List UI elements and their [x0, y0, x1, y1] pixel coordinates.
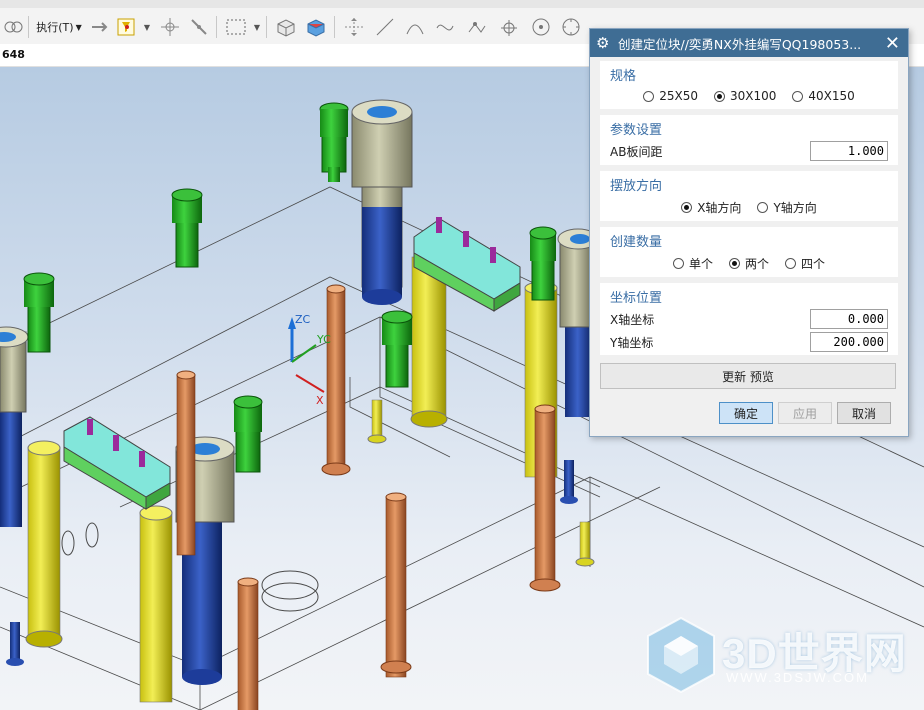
coords-title: 坐标位置 [610, 291, 663, 306]
spec-group: 规格 25X50 30X100 40X150 [600, 61, 898, 109]
quantity-two-option[interactable]: 两个 [728, 255, 769, 272]
create-locating-block-dialog: ⚙ 创建定位块//奕勇NX外挂编写QQ198053... ✕ 规格 25X50 … [589, 28, 909, 437]
radio-dot [757, 202, 769, 213]
radio-dot [728, 258, 740, 269]
radio-dot [713, 90, 725, 102]
y-coord-input[interactable] [810, 332, 888, 352]
toolbar-separator [334, 16, 335, 38]
orientation-title: 摆放方向 [610, 179, 663, 194]
chevron-down-icon: ▼ [75, 22, 82, 32]
chevron-down-icon[interactable]: ▼ [142, 14, 152, 40]
circle-icon[interactable] [558, 14, 584, 40]
watermark: 3D世界网 WWW.3DSJW.COM [642, 612, 924, 710]
spec-title: 规格 [610, 69, 637, 84]
radio-dot [785, 258, 796, 269]
y-coord-row: Y轴坐标 [610, 332, 888, 352]
spec-option-40x150[interactable]: 40X150 [792, 89, 855, 103]
tool-icon[interactable] [0, 14, 26, 40]
x-coord-row: X轴坐标 [610, 309, 888, 329]
radio-dot [681, 202, 693, 213]
spec-option-25x50[interactable]: 25X50 [643, 89, 698, 103]
ab-spacing-row: AB板间距 [610, 141, 888, 161]
radio-dot [672, 258, 684, 269]
dialog-title: 创建定位块//奕勇NX外挂编写QQ198053... [618, 36, 862, 52]
quantity-group: 创建数量 单个 两个 四个 [600, 227, 898, 277]
ab-spacing-input[interactable] [810, 141, 888, 161]
quantity-title: 创建数量 [610, 235, 663, 250]
ok-button[interactable]: 确定 [719, 402, 773, 424]
move-icon[interactable] [340, 14, 368, 40]
guide-pillar [351, 99, 413, 305]
gear-icon[interactable]: ⚙ [596, 34, 618, 52]
ribbon-top-strip [0, 0, 924, 8]
spec-radio-group: 25X50 30X100 40X150 [600, 89, 898, 103]
perpendicular-icon[interactable] [464, 14, 490, 40]
cube-icon[interactable] [272, 14, 300, 40]
axis-label-y: YC [316, 333, 331, 346]
x-coord-label: X轴坐标 [610, 312, 655, 327]
update-preview-button[interactable]: 更新 预览 [600, 363, 896, 389]
command-bar-text: 648 [2, 48, 25, 61]
radio-dot [643, 90, 655, 102]
line-icon[interactable] [372, 14, 398, 40]
x-coord-input[interactable] [810, 309, 888, 329]
execute-label: 执行(T) [36, 21, 74, 34]
select-box-icon[interactable] [222, 14, 250, 40]
support-pillar [25, 440, 63, 648]
quantity-radio-group: 单个 两个 四个 [600, 255, 898, 272]
radio-dot [792, 90, 804, 102]
chevron-down-icon[interactable]: ▼ [252, 14, 262, 40]
orientation-radio-group: X轴方向 Y轴方向 [600, 199, 898, 216]
option-label: 两个 [744, 257, 769, 271]
arc-icon[interactable] [402, 14, 428, 40]
orientation-group: 摆放方向 X轴方向 Y轴方向 [600, 171, 898, 221]
ab-spacing-label: AB板间距 [610, 144, 663, 159]
params-group: 参数设置 AB板间距 [600, 115, 898, 165]
tangent-icon[interactable] [496, 14, 522, 40]
option-label: 40X150 [808, 89, 855, 103]
toolbar-separator [266, 16, 267, 38]
axis-label-x: X [316, 394, 324, 407]
watermark-cube-logo [647, 616, 715, 694]
snap-icon[interactable] [158, 14, 182, 40]
spline-icon[interactable] [432, 14, 458, 40]
filter-icon[interactable] [114, 14, 140, 40]
quantity-four-option[interactable]: 四个 [785, 255, 825, 272]
toolbar-separator [28, 16, 29, 38]
params-title: 参数设置 [610, 123, 663, 138]
locating-block [63, 416, 171, 510]
shaded-cube-icon[interactable] [302, 14, 330, 40]
watermark-url: WWW.3DSJW.COM [726, 670, 869, 685]
point-icon[interactable] [186, 14, 212, 40]
option-label: 25X50 [659, 89, 698, 103]
close-icon[interactable]: ✕ [885, 33, 900, 54]
execute-menu-button[interactable]: 执行(T) ▼ [34, 14, 84, 40]
guide-pillar [0, 326, 29, 527]
orientation-y-option[interactable]: Y轴方向 [757, 199, 817, 216]
option-label: Y轴方向 [773, 201, 817, 215]
orientation-x-option[interactable]: X轴方向 [681, 199, 741, 216]
dialog-title-bar[interactable]: ⚙ 创建定位块//奕勇NX外挂编写QQ198053... ✕ [590, 29, 908, 57]
option-label: 单个 [688, 257, 713, 271]
option-label: 30X100 [729, 89, 777, 103]
axis-label-z: ZC [295, 313, 311, 326]
cancel-button[interactable]: 取消 [837, 402, 891, 424]
support-pillar [139, 505, 173, 703]
coordinate-triad: ZC YC X [288, 313, 331, 407]
coords-group: 坐标位置 X轴坐标 Y轴坐标 [600, 283, 898, 355]
option-label: X轴方向 [697, 201, 742, 215]
quantity-single-option[interactable]: 单个 [672, 255, 713, 272]
arrows-icon[interactable] [88, 14, 110, 40]
toolbar-separator [216, 16, 217, 38]
spec-option-30x100[interactable]: 30X100 [713, 89, 777, 103]
apply-button[interactable]: 应用 [778, 402, 832, 424]
y-coord-label: Y轴坐标 [610, 335, 654, 350]
circle-icon[interactable] [528, 14, 554, 40]
option-label: 四个 [801, 257, 826, 271]
